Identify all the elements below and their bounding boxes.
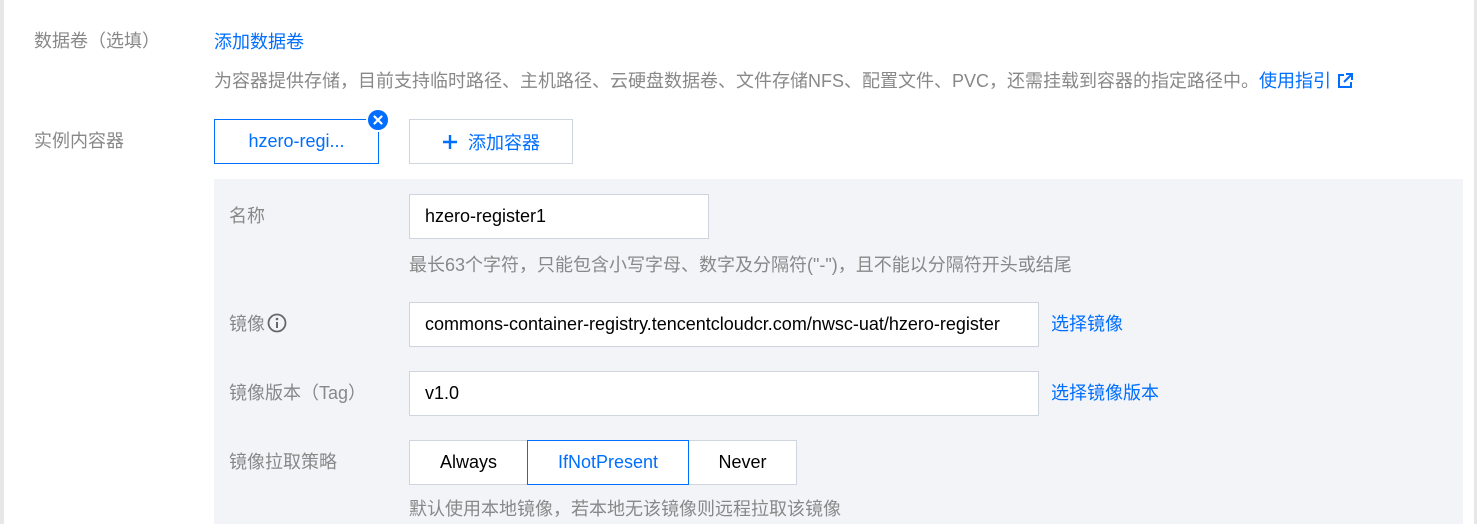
pull-policy-always-label[interactable]: Always [440,452,497,473]
close-icon[interactable] [373,115,383,125]
container-name-value[interactable]: hzero-register1 [425,206,546,227]
pull-policy-ifnotpresent-label[interactable]: IfNotPresent [558,452,658,473]
image-value[interactable]: commons-container-registry.tencentcloudc… [425,314,1000,335]
containers-label: 实例内容器 [34,131,124,151]
select-image-tag-link[interactable]: 选择镜像版本 [1051,382,1159,404]
container-tab-label[interactable]: hzero-regi... [248,131,344,152]
image-tag-label: 镜像版本（Tag） [229,383,367,403]
image-tag-value[interactable]: v1.0 [425,383,459,404]
add-container-button[interactable]: 添加容器 [409,119,573,164]
left-divider [0,0,4,524]
close-container-tab-button[interactable] [366,108,390,132]
name-label: 名称 [229,206,265,226]
volumes-label: 数据卷（选填） [34,31,160,51]
page: 数据卷（选填） 添加数据卷 为容器提供存储，目前支持临时路径、主机路径、云硬盘数… [0,0,1477,524]
pull-policy-segmented-control: Always IfNotPresent Never [409,440,797,485]
volumes-hint: 为容器提供存储，目前支持临时路径、主机路径、云硬盘数据卷、文件存储NFS、配置文… [214,70,1354,92]
container-config-panel [214,179,1463,524]
volumes-hint-text: 为容器提供存储，目前支持临时路径、主机路径、云硬盘数据卷、文件存储NFS、配置文… [214,71,1260,91]
image-tag-input[interactable]: v1.0 [409,371,1039,416]
pull-policy-ifnotpresent-option[interactable]: IfNotPresent [527,440,689,485]
pull-policy-never-option[interactable]: Never [688,440,797,485]
info-icon[interactable] [267,313,287,333]
external-link-icon[interactable] [1337,73,1354,89]
select-image-link[interactable]: 选择镜像 [1051,313,1123,335]
add-container-label: 添加容器 [468,132,540,153]
image-label: 镜像 [229,314,265,334]
pull-policy-always-option[interactable]: Always [409,440,528,485]
container-tab-hzero-register[interactable]: hzero-regi... [214,119,379,164]
pull-policy-never-label[interactable]: Never [718,452,766,473]
image-label-row: 镜像 [229,313,287,335]
guide-link-label[interactable]: 使用指引 [1259,71,1331,91]
container-name-input[interactable]: hzero-register1 [409,194,709,239]
image-input[interactable]: commons-container-registry.tencentcloudc… [409,302,1039,347]
name-hint: 最长63个字符，只能包含小写字母、数字及分隔符("-")，且不能以分隔符开头或结… [409,255,1072,275]
pull-policy-label: 镜像拉取策略 [229,452,337,472]
plus-icon [443,134,457,149]
add-volume-link[interactable]: 添加数据卷 [214,31,304,53]
guide-link[interactable]: 使用指引 [1259,71,1354,91]
pull-policy-hint: 默认使用本地镜像，若本地无该镜像则远程拉取该镜像 [409,499,841,519]
